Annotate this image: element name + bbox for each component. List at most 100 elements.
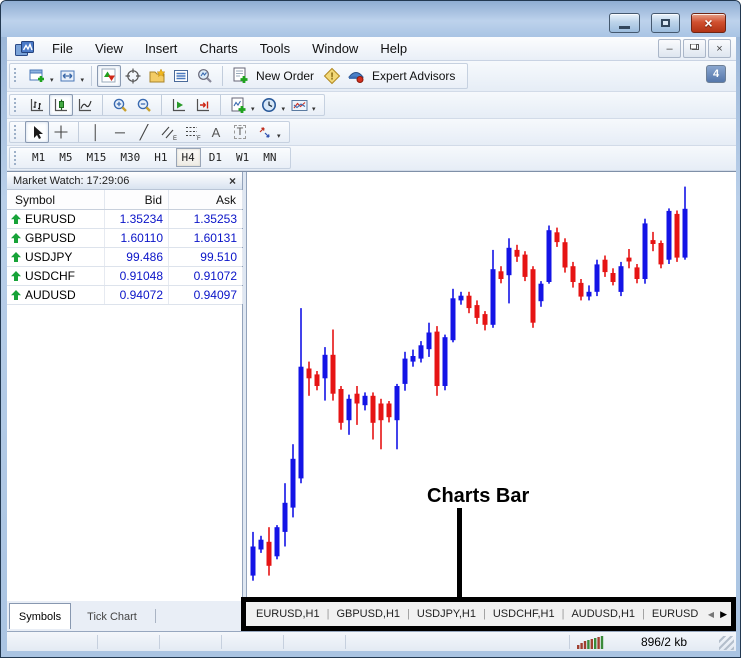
candle	[586, 291, 592, 297]
market-watch-row-gbpusd[interactable]: GBPUSD 1.60110 1.60131	[7, 229, 243, 248]
timeframe-d1-button[interactable]: D1	[203, 148, 228, 167]
menu-item-help[interactable]: Help	[369, 39, 418, 58]
new-chart-button[interactable]	[25, 65, 49, 87]
timeframe-m5-button[interactable]: M5	[53, 148, 78, 167]
chart-tab-usdjpy-h1[interactable]: USDJPY,H1	[417, 608, 476, 620]
mdi-restore-button[interactable]	[683, 39, 706, 58]
chart-tab-eurusd-h1[interactable]: EURUSD,H1	[256, 608, 320, 620]
market-watch-close-icon[interactable]: ×	[229, 175, 236, 187]
equidistant-channel-icon: E	[161, 126, 177, 141]
close-button[interactable]: ×	[691, 13, 726, 33]
dock-tab-tick-chart[interactable]: Tick Chart	[77, 605, 147, 629]
expert-advisors-label[interactable]: Expert Advisors	[372, 69, 455, 83]
chart-shift-button[interactable]	[191, 94, 215, 116]
channel-tool-button[interactable]: E	[156, 121, 180, 143]
zoom-in-button[interactable]	[108, 94, 132, 116]
metaeditor-button[interactable]: !	[320, 65, 344, 87]
ask-cell: 99.510	[169, 248, 243, 266]
line-chart-button[interactable]	[73, 94, 97, 116]
arrows-tool-button[interactable]	[252, 121, 276, 143]
periods-dropdown[interactable]: ▾	[282, 105, 286, 113]
bar-chart-button[interactable]	[25, 94, 49, 116]
notifications-badge[interactable]: 4	[706, 65, 726, 83]
auto-scroll-button[interactable]	[167, 94, 191, 116]
chart-window[interactable]	[246, 172, 736, 602]
column-header-symbol[interactable]: Symbol	[7, 190, 105, 209]
column-header-bid[interactable]: Bid	[105, 190, 169, 209]
dock-tab-symbols[interactable]: Symbols	[9, 603, 71, 629]
trendline-tool-button[interactable]: ╱	[132, 121, 156, 143]
zoom-out-button[interactable]	[132, 94, 156, 116]
market-watch-row-usdjpy[interactable]: USDJPY 99.486 99.510	[7, 248, 243, 267]
menu-item-view[interactable]: View	[84, 39, 134, 58]
candle	[530, 269, 536, 323]
text-tool-button[interactable]: A	[204, 121, 228, 143]
timeframe-h4-button[interactable]: H4	[175, 148, 201, 168]
market-watch-row-audusd[interactable]: AUDUSD 0.94072 0.94097	[7, 286, 243, 305]
profiles-button[interactable]	[56, 65, 80, 87]
charts-bar-scroll-right-icon[interactable]: ▶	[720, 609, 727, 620]
charts-bar-tab-separator: |	[407, 608, 410, 620]
strategy-tester-button[interactable]	[193, 65, 217, 87]
menu-item-charts[interactable]: Charts	[188, 39, 248, 58]
crosshair-tool-button[interactable]	[49, 121, 73, 143]
expert-advisors-button[interactable]	[344, 65, 368, 87]
market-watch-row-usdchf[interactable]: USDCHF 0.91048 0.91072	[7, 267, 243, 286]
timeframe-m1-button[interactable]: M1	[26, 148, 51, 167]
horizontal-line-tool-button[interactable]: ─	[108, 121, 132, 143]
dock-tab-separator	[155, 609, 156, 623]
new-order-label[interactable]: New Order	[256, 69, 314, 83]
periods-button[interactable]	[257, 94, 281, 116]
chart-tab-audusd-h1[interactable]: AUDUSD,H1	[571, 608, 635, 620]
data-window-button[interactable]	[121, 65, 145, 87]
new-order-button[interactable]	[228, 65, 252, 87]
maximize-button[interactable]	[651, 13, 680, 33]
templates-button[interactable]	[287, 94, 311, 116]
indicators-dropdown[interactable]: ▾	[251, 105, 255, 113]
timeframe-mn-button[interactable]: MN	[257, 148, 282, 167]
title-bar[interactable]: ×	[1, 1, 740, 37]
new-chart-dropdown[interactable]: ▾	[50, 76, 54, 84]
resize-grip[interactable]	[719, 636, 734, 650]
toolbar-grip[interactable]	[14, 97, 19, 113]
chart-tab-eurusd[interactable]: EURUSD	[652, 608, 698, 620]
indicators-button[interactable]	[226, 94, 250, 116]
charts-bar-scroll-left-icon[interactable]: ◀	[708, 610, 714, 619]
cursor-tool-button[interactable]	[25, 121, 49, 143]
vertical-line-tool-button[interactable]: │	[84, 121, 108, 143]
close-icon: ×	[704, 15, 713, 31]
fibonacci-tool-button[interactable]: F	[180, 121, 204, 143]
chart-tab-usdchf-h1[interactable]: USDCHF,H1	[493, 608, 555, 620]
toolbar-grip[interactable]	[14, 124, 19, 140]
chart-tab-gbpusd-h1[interactable]: GBPUSD,H1	[336, 608, 400, 620]
candlestick-chart-button[interactable]	[49, 94, 73, 116]
timeframe-h1-button[interactable]: H1	[148, 148, 173, 167]
toolbar-grip[interactable]	[14, 67, 19, 85]
column-header-ask[interactable]: Ask	[169, 190, 243, 209]
menu-item-file[interactable]: File	[41, 39, 84, 58]
menu-item-window[interactable]: Window	[301, 39, 369, 58]
timeframe-m15-button[interactable]: M15	[81, 148, 113, 167]
market-watch-toggle-button[interactable]	[97, 64, 122, 87]
text-label-tool-button[interactable]: T	[228, 121, 252, 143]
candle	[450, 298, 456, 341]
market-watch-row-eurusd[interactable]: EURUSD 1.35234 1.35253	[7, 210, 243, 229]
symbol-name: USDCHF	[25, 269, 75, 283]
menu-item-insert[interactable]: Insert	[134, 39, 189, 58]
market-watch-header[interactable]: Market Watch: 17:29:06 ×	[7, 172, 242, 190]
up-arrow-icon	[11, 290, 21, 300]
candle	[674, 213, 680, 258]
menu-item-tools[interactable]: Tools	[249, 39, 301, 58]
arrows-dropdown[interactable]: ▾	[277, 132, 281, 140]
templates-dropdown[interactable]: ▾	[312, 105, 316, 113]
charts-bar-tab-separator: |	[326, 608, 330, 620]
mdi-close-button[interactable]: ×	[708, 39, 731, 58]
navigator-button[interactable]	[145, 65, 169, 87]
mdi-minimize-button[interactable]: –	[658, 39, 681, 58]
minimize-button[interactable]	[609, 13, 640, 33]
toolbar-grip[interactable]	[14, 150, 19, 166]
terminal-button[interactable]	[169, 65, 193, 87]
profiles-dropdown[interactable]: ▾	[81, 76, 85, 84]
timeframe-w1-button[interactable]: W1	[230, 148, 255, 167]
timeframe-m30-button[interactable]: M30	[114, 148, 146, 167]
